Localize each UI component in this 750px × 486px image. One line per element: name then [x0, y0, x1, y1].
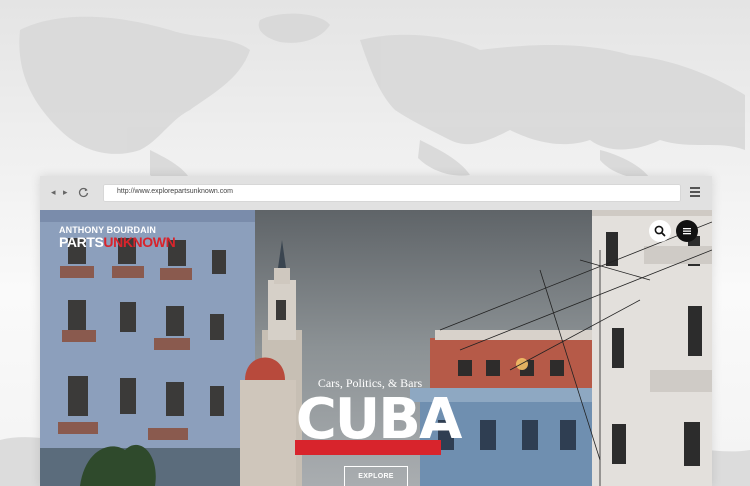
address-bar[interactable]: http://www.explorepartsunknown.com [103, 184, 681, 202]
address-bar-url: http://www.explorepartsunknown.com [117, 188, 233, 195]
logo-parts: PARTS [59, 234, 104, 250]
explore-button[interactable]: EXPLORE [344, 466, 408, 486]
browser-toolbar: ◂ ▸ http://www.explorepartsunknown.com [40, 176, 712, 210]
back-arrow-icon[interactable]: ◂ [51, 186, 56, 198]
menu-icon [683, 228, 691, 235]
menu-button[interactable] [676, 220, 698, 242]
search-icon [654, 225, 666, 237]
search-button[interactable] [649, 220, 671, 242]
site-logo[interactable]: ANTHONY BOURDAIN PARTSUNKNOWN [59, 225, 176, 250]
logo-unknown: UNKNOWN [103, 234, 176, 250]
hamburger-menu-icon[interactable] [690, 187, 700, 197]
hero-title: CUBA [295, 387, 463, 452]
web-page: ANTHONY BOURDAIN PARTSUNKNOWN Cars, Poli… [40, 210, 712, 486]
browser-window: ◂ ▸ http://www.explorepartsunknown.com A… [40, 176, 712, 486]
forward-arrow-icon[interactable]: ▸ [63, 186, 68, 198]
logo-line-2: PARTSUNKNOWN [59, 234, 176, 250]
reload-icon[interactable] [78, 187, 89, 198]
